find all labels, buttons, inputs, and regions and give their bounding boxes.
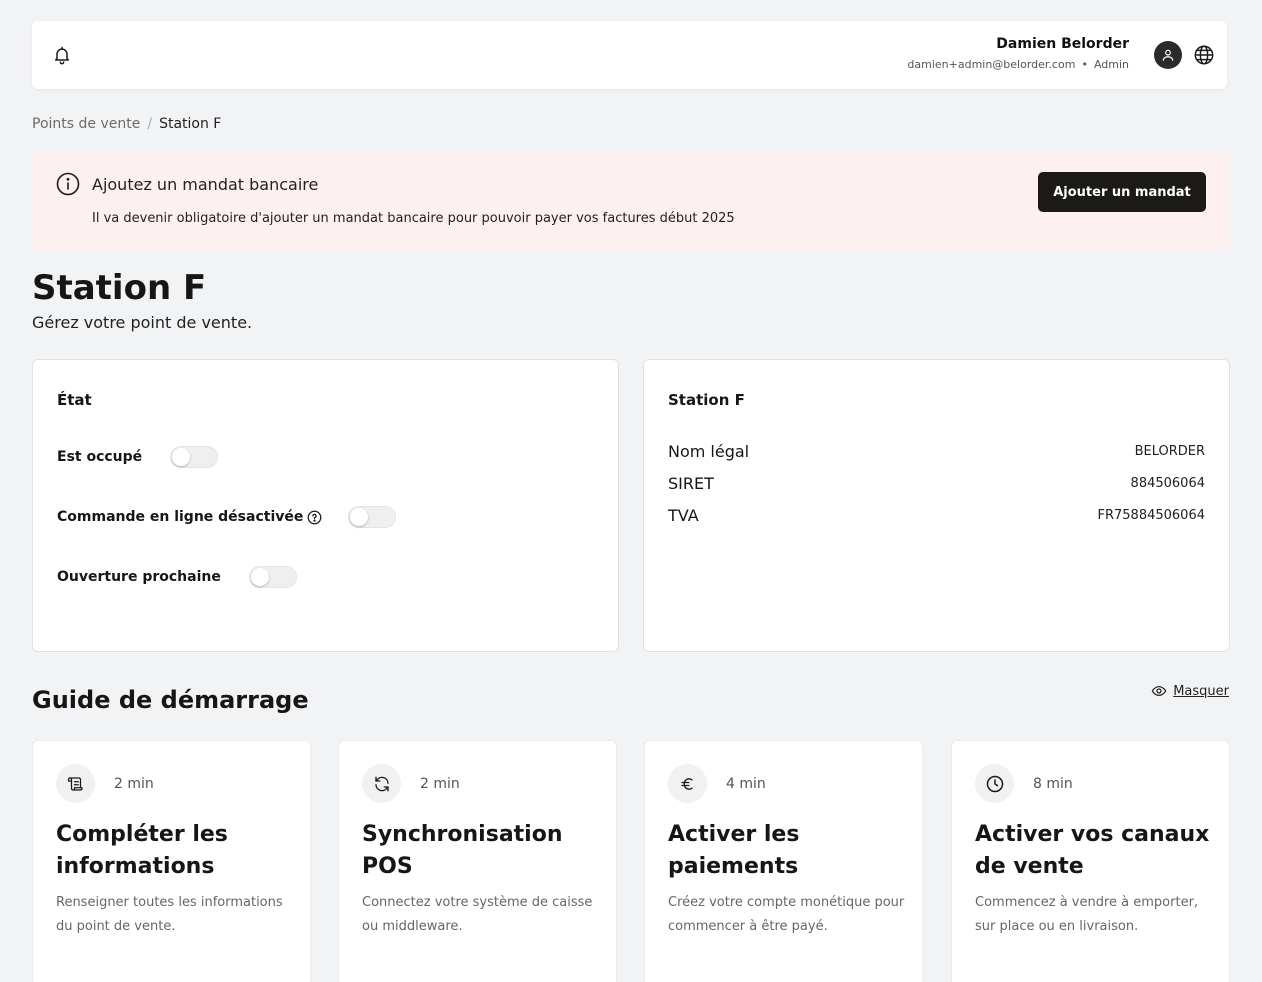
step-title: Synchronisation POS: [362, 822, 563, 879]
toggle-knob: [250, 568, 269, 586]
hide-guide-label: Masquer: [1173, 683, 1229, 699]
state-card: État Est occupé Commande en ligne désact…: [32, 359, 619, 652]
avatar[interactable]: [1154, 41, 1182, 69]
info-row-legal-name: Nom légal BELORDER: [668, 440, 1205, 462]
step-card-pos-sync[interactable]: 2 min Synchronisation POS Connectez votr…: [338, 740, 617, 982]
step-icon-wrapper: [668, 764, 707, 803]
breadcrumb-points-de-vente[interactable]: Points de vente: [32, 116, 140, 132]
toggle-knob: [172, 448, 191, 466]
scroll-icon: [67, 776, 83, 791]
online-ordering-toggle[interactable]: [348, 506, 397, 528]
step-title: Activer vos canaux de vente: [975, 822, 1210, 879]
step-duration: 2 min: [114, 776, 154, 792]
step-duration: 4 min: [726, 776, 766, 792]
step-card-complete-info[interactable]: 2 min Compléter les informations Renseig…: [32, 740, 311, 982]
euro-icon: [680, 777, 693, 790]
step-icon-wrapper: [362, 764, 401, 803]
breadcrumb-current: Station F: [159, 116, 222, 132]
globe-icon[interactable]: [1193, 44, 1215, 66]
toggle-row-busy: Est occupé: [57, 445, 219, 469]
step-icon-wrapper: [56, 764, 95, 803]
help-icon[interactable]: [307, 510, 322, 525]
page-title: Station F: [32, 268, 207, 308]
info-value: FR75884506064: [1097, 507, 1206, 523]
user-icon: [1162, 49, 1174, 61]
user-role: Admin: [1093, 58, 1129, 71]
breadcrumb: Points de vente / Station F: [32, 115, 221, 133]
step-card-sales-channels[interactable]: 8 min Activer vos canaux de vente Commen…: [951, 740, 1230, 982]
alert-title: Ajoutez un mandat bancaire: [92, 175, 319, 194]
info-icon: [56, 172, 80, 196]
legal-info-card-title: Station F: [668, 391, 745, 409]
separator-dot: •: [1081, 58, 1088, 71]
step-description: Renseigner toutes les informations du po…: [56, 895, 283, 934]
step-description: Connectez votre système de caisse ou mid…: [362, 895, 593, 934]
guide-title: Guide de démarrage: [32, 686, 309, 714]
bell-icon[interactable]: [52, 45, 72, 65]
info-label: SIRET: [668, 473, 714, 493]
add-mandate-button[interactable]: Ajouter un mandat: [1038, 172, 1206, 212]
info-row-siret: SIRET 884506064: [668, 472, 1205, 494]
user-name: Damien Belorder: [996, 36, 1129, 52]
upcoming-opening-toggle[interactable]: [248, 566, 297, 588]
info-label: Nom légal: [668, 441, 750, 461]
toggle-label-busy: Est occupé: [57, 449, 143, 465]
state-card-title: État: [57, 391, 92, 409]
toggle-row-upcoming-opening: Ouverture prochaine: [57, 565, 297, 589]
clock-icon: [986, 775, 1003, 792]
toggle-row-online-ordering: Commande en ligne désactivée: [57, 505, 397, 529]
toggle-knob: [350, 508, 369, 526]
sync-icon: [374, 776, 389, 791]
step-title: Activer les paiements: [668, 822, 800, 879]
top-bar: Damien Belorder damien+admin@belorder.co…: [32, 21, 1227, 89]
user-email: damien+admin@belorder.com: [907, 58, 1076, 71]
step-card-payments[interactable]: 4 min Activer les paiements Créez votre …: [644, 740, 923, 982]
step-icon-wrapper: [975, 764, 1014, 803]
busy-toggle[interactable]: [170, 446, 219, 468]
toggle-label-upcoming-opening: Ouverture prochaine: [57, 569, 221, 585]
hide-guide-link[interactable]: Masquer: [1151, 683, 1229, 699]
user-info[interactable]: Damien Belorder damien+admin@belorder.co…: [907, 35, 1129, 72]
step-description: Commencez à vendre à emporter, sur place…: [975, 895, 1199, 934]
info-value: BELORDER: [1134, 443, 1205, 459]
step-title: Compléter les informations: [56, 822, 228, 879]
alert-text: Il va devenir obligatoire d'ajouter un m…: [92, 211, 735, 226]
bank-mandate-alert: Ajoutez un mandat bancaire Il va devenir…: [32, 152, 1230, 251]
breadcrumb-separator: /: [147, 116, 153, 132]
step-duration: 8 min: [1033, 776, 1073, 792]
step-description: Créez votre compte monétique pour commen…: [668, 895, 905, 934]
info-row-tva: TVA FR75884506064: [668, 504, 1205, 526]
toggle-label-online-ordering: Commande en ligne désactivée: [57, 509, 304, 525]
eye-icon: [1151, 686, 1167, 696]
info-value: 884506064: [1130, 475, 1205, 491]
page-subtitle: Gérez votre point de vente.: [32, 313, 253, 332]
step-duration: 2 min: [420, 776, 460, 792]
user-meta: damien+admin@belorder.com • Admin: [907, 58, 1129, 72]
info-label: TVA: [668, 505, 699, 525]
legal-info-card: Station F Nom légal BELORDER SIRET 88450…: [643, 359, 1230, 652]
